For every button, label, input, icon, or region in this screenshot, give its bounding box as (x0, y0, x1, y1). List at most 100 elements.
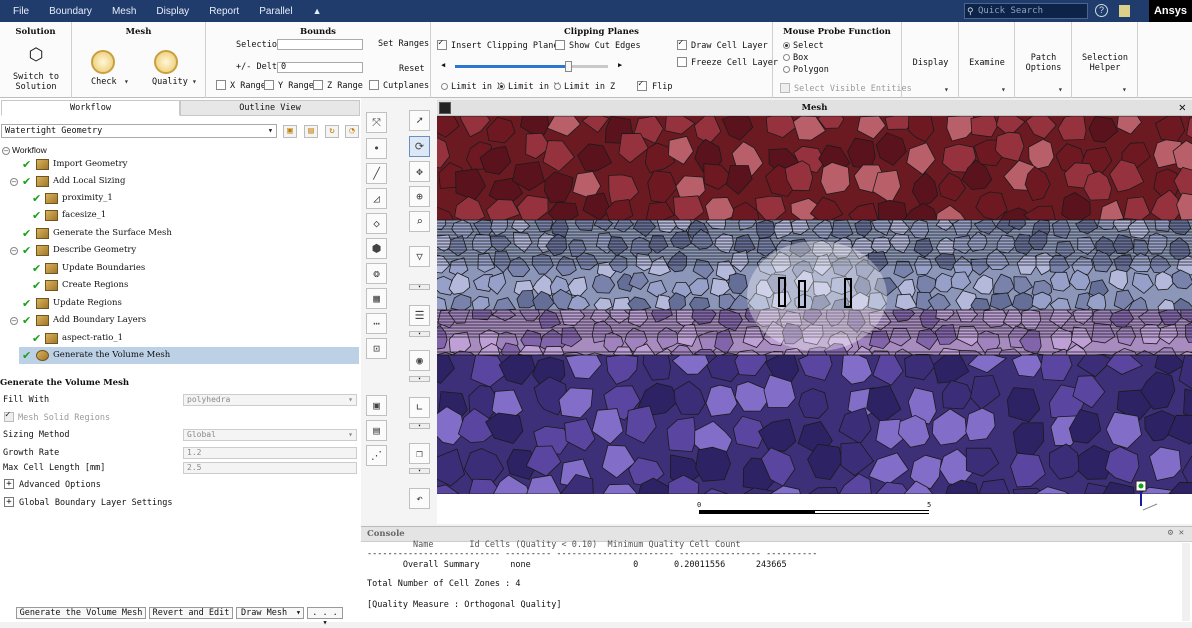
pointer-icon[interactable]: ➚ (409, 110, 430, 131)
mesh-viewport[interactable] (437, 116, 1192, 494)
global-bl-expand-icon[interactable]: + (4, 497, 14, 507)
tree-import-geometry[interactable]: ✔ Import Geometry (0, 156, 361, 173)
max-cell-length-field[interactable]: 2.5 (183, 462, 357, 474)
menu-report[interactable]: Report (199, 6, 249, 17)
limit-z-radio[interactable] (554, 83, 561, 90)
probe-select-radio[interactable] (783, 42, 790, 49)
tree-facesize-1[interactable]: ✔ facesize_1 (0, 207, 361, 224)
collapse-icon[interactable]: − (10, 317, 18, 325)
copy-view-icon[interactable]: ❐ (409, 443, 430, 464)
slider-right-icon[interactable]: ▶ (618, 61, 622, 69)
console-scrollbar[interactable] (1182, 543, 1190, 621)
revert-and-edit-button[interactable]: Revert and Edit (149, 607, 233, 619)
console-panel[interactable]: Console ⚙ ✕ Name Id Cells (Quality < 0.1… (361, 526, 1192, 622)
workflow-info-icon[interactable]: ◔ (345, 125, 359, 138)
selection-helper-dropdown-icon[interactable]: ▾ (1122, 85, 1127, 94)
help-icon[interactable]: ? (1095, 4, 1108, 17)
probe-box-radio[interactable] (783, 54, 790, 61)
menu-parallel[interactable]: Parallel (249, 6, 302, 17)
more-options-button[interactable]: . . . ▾ (307, 607, 343, 619)
x-range-checkbox[interactable] (216, 80, 226, 90)
workflow-save-icon[interactable]: ▤ (304, 125, 318, 138)
display-group[interactable]: Display ▾ (902, 22, 959, 98)
tab-outline-view[interactable]: Outline View (180, 100, 360, 116)
workflow-folder-icon[interactable]: ▣ (283, 125, 297, 138)
collapse-icon[interactable]: − (10, 247, 18, 255)
growth-rate-field[interactable]: 1.2 (183, 447, 357, 459)
triangle-tool-icon[interactable]: ◿ (366, 188, 387, 209)
z-range-checkbox[interactable] (313, 80, 323, 90)
global-bl-label[interactable]: Global Boundary Layer Settings (19, 498, 173, 508)
examine-dropdown-icon[interactable]: ▾ (1001, 85, 1006, 94)
collapse-icon[interactable]: − (2, 147, 10, 155)
fit-view-icon[interactable]: ▽ (409, 246, 430, 267)
advanced-options-expand-icon[interactable]: + (4, 479, 14, 489)
limit-x-radio[interactable] (441, 83, 448, 90)
selection-helper-group[interactable]: Selection Helper ▾ (1072, 22, 1138, 98)
tree-generate-volume-mesh[interactable]: ✔ Generate the Volume Mesh (19, 347, 359, 364)
patch-dropdown-icon[interactable]: ▾ (1058, 85, 1063, 94)
tree-generate-surface-mesh[interactable]: ✔ Generate the Surface Mesh (0, 225, 361, 242)
draw-cell-layer-checkbox[interactable] (677, 40, 687, 50)
advanced-options-label[interactable]: Advanced Options (19, 480, 101, 490)
axis-triad-icon[interactable] (1135, 476, 1175, 516)
tree-update-regions[interactable]: ✔ Update Regions (0, 295, 361, 312)
line-tool-icon[interactable]: ╱ (366, 163, 387, 184)
switch-label-2[interactable]: Solution (0, 82, 72, 92)
collapse-ribbon-icon[interactable]: ▲ (303, 6, 332, 16)
zoom-in-icon[interactable]: ⊕ (409, 186, 430, 207)
tree-update-boundaries[interactable]: ✔ Update Boundaries (0, 260, 361, 277)
pan-icon[interactable]: ✥ (409, 161, 430, 182)
fill-with-select[interactable]: polyhedra▾ (183, 394, 357, 406)
quality-button[interactable]: Quality (152, 77, 188, 87)
documentation-icon[interactable] (1119, 5, 1130, 17)
body-tool-icon[interactable]: ▤ (366, 420, 387, 441)
patch-label-2[interactable]: Options (1015, 63, 1072, 73)
selection-helper-label-1[interactable]: Selection (1072, 53, 1138, 63)
tree-add-local-sizing[interactable]: −✔ Add Local Sizing (0, 173, 361, 190)
tree-describe-geometry[interactable]: −✔ Describe Geometry (0, 242, 361, 259)
layers-icon[interactable]: ☰ (409, 305, 430, 326)
tree-create-regions[interactable]: ✔ Create Regions (0, 277, 361, 294)
chevron-down-icon[interactable]: ▾ (409, 423, 430, 429)
reset-button[interactable]: Reset (399, 64, 425, 74)
face-tool-icon[interactable]: ◇ (366, 213, 387, 234)
selection-helper-label-2[interactable]: Helper (1072, 63, 1138, 73)
visible-entities-checkbox[interactable] (780, 83, 790, 93)
switch-label-1[interactable]: Switch to (0, 72, 72, 82)
undo-view-icon[interactable]: ↶ (409, 488, 430, 509)
tree-add-boundary-layers[interactable]: −✔ Add Boundary Layers (0, 312, 361, 329)
check-dropdown-icon[interactable]: ▾ (124, 77, 129, 86)
menu-boundary[interactable]: Boundary (39, 6, 102, 17)
quick-search-input[interactable]: ⚲Quick Search (964, 3, 1088, 19)
chevron-down-icon[interactable]: ▾ (409, 468, 430, 474)
examine-button[interactable]: Examine (959, 58, 1015, 68)
zoom-box-icon[interactable]: ⌕ (409, 211, 430, 232)
check-button[interactable]: Check (91, 77, 117, 87)
selection-field[interactable] (277, 39, 363, 50)
flip-checkbox[interactable] (637, 81, 647, 91)
chevron-down-icon[interactable]: ▾ (409, 376, 430, 382)
probe-polygon-radio[interactable] (783, 66, 790, 73)
insert-clipping-checkbox[interactable] (437, 40, 447, 50)
network-tool-icon[interactable]: ⋰ (366, 445, 387, 466)
select-point-icon[interactable]: • (366, 138, 387, 159)
tab-workflow[interactable]: Workflow (1, 100, 180, 116)
mesh-solid-regions-checkbox[interactable] (4, 412, 14, 422)
y-range-checkbox[interactable] (264, 80, 274, 90)
display-button[interactable]: Display (902, 58, 959, 68)
cutplanes-checkbox[interactable] (369, 80, 379, 90)
clip-slider-track[interactable] (455, 65, 608, 68)
quality-icon[interactable] (154, 50, 178, 74)
menu-file[interactable]: File (0, 6, 39, 17)
console-options-icon[interactable]: ⚙ ✕ (1168, 528, 1184, 538)
menu-display[interactable]: Display (146, 6, 199, 17)
node-select-icon[interactable]: ⋯ (366, 313, 387, 334)
generate-volume-mesh-button[interactable]: Generate the Volume Mesh (16, 607, 146, 619)
sphere-icon[interactable]: ◉ (409, 350, 430, 371)
set-ranges-button[interactable]: Set Ranges (378, 39, 429, 49)
zone-tool-icon[interactable]: ▣ (366, 395, 387, 416)
clip-slider-thumb[interactable] (565, 61, 572, 72)
examine-group[interactable]: Examine ▾ (959, 22, 1015, 98)
switch-to-solution-icon[interactable]: ⬡ (25, 46, 47, 66)
